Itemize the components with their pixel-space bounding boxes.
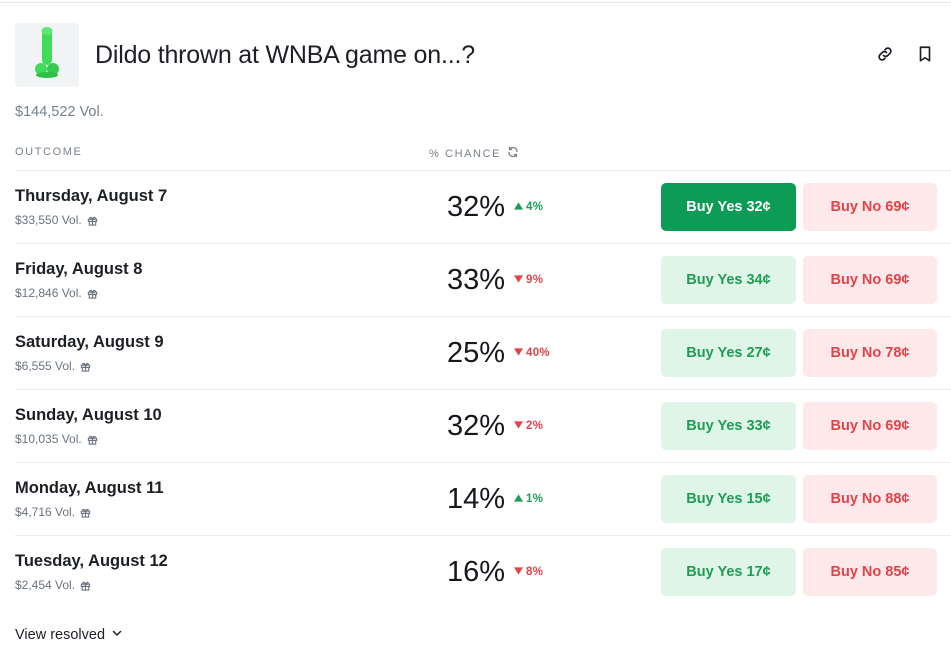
outcome-row[interactable]: Thursday, August 7 $33,550 Vol. 32% 4% Buy Y…: [15, 170, 951, 243]
outcome-change: 1%: [514, 493, 543, 505]
outcome-change-value: 8%: [526, 566, 544, 578]
outcome-volume-label: $2,454 Vol.: [15, 578, 76, 592]
outcome-name: Tuesday, August 12: [15, 552, 168, 570]
outcome-change-value: 40%: [526, 347, 550, 359]
header-actions: [874, 43, 936, 65]
outcome-change-value: 9%: [526, 274, 544, 286]
bookmark-icon[interactable]: [914, 43, 936, 65]
buy-no-button[interactable]: Buy No 69¢: [803, 183, 937, 231]
buy-no-button[interactable]: Buy No 69¢: [803, 256, 937, 304]
outcome-change: 4%: [514, 201, 543, 213]
outcome-row[interactable]: Sunday, August 10 $10,035 Vol. 32% 2% Buy Ye…: [15, 389, 951, 462]
buy-yes-button[interactable]: Buy Yes 15¢: [661, 475, 796, 523]
buy-no-button[interactable]: Buy No 69¢: [803, 402, 937, 450]
outcome-row[interactable]: Friday, August 8 $12,846 Vol. 33% 9% Buy Yes…: [15, 243, 951, 316]
chance-header-label: % CHANCE: [429, 147, 502, 160]
outcome-name: Friday, August 8: [15, 260, 143, 278]
outcome-name: Thursday, August 7: [15, 187, 168, 205]
outcome-volume-label: $12,846 Vol.: [15, 286, 82, 300]
arrow-down-icon: [514, 420, 523, 432]
gift-icon[interactable]: [87, 288, 98, 299]
outcome-volume-label: $6,555 Vol.: [15, 359, 76, 373]
market-volume: $144,522 Vol.: [15, 104, 104, 120]
outcome-volume: $12,846 Vol.: [15, 286, 98, 300]
gift-icon[interactable]: [80, 361, 91, 372]
buy-no-button[interactable]: Buy No 85¢: [803, 548, 937, 596]
refresh-icon[interactable]: [507, 146, 519, 161]
outcome-volume: $33,550 Vol.: [15, 213, 98, 227]
buy-yes-button[interactable]: Buy Yes 32¢: [661, 183, 796, 231]
outcome-chance: 14%: [447, 483, 506, 515]
chevron-down-icon: [111, 627, 123, 643]
view-resolved-label: View resolved: [15, 627, 106, 643]
buy-yes-button[interactable]: Buy Yes 33¢: [661, 402, 796, 450]
outcome-volume-label: $4,716 Vol.: [15, 505, 76, 519]
outcome-chance: 32%: [447, 410, 506, 442]
outcome-chance: 25%: [447, 337, 506, 369]
link-icon[interactable]: [874, 43, 896, 65]
outcome-volume-label: $33,550 Vol.: [15, 213, 82, 227]
outcome-name: Sunday, August 10: [15, 406, 162, 424]
outcome-change: 40%: [514, 347, 550, 359]
buy-no-button[interactable]: Buy No 88¢: [803, 475, 937, 523]
view-resolved-button[interactable]: View resolved: [15, 627, 123, 643]
gift-icon[interactable]: [80, 580, 91, 591]
arrow-down-icon: [514, 566, 523, 578]
arrow-down-icon: [514, 274, 523, 286]
outcome-volume: $2,454 Vol.: [15, 578, 91, 592]
gift-icon[interactable]: [87, 215, 98, 226]
outcome-change-value: 2%: [526, 420, 544, 432]
outcome-chance: 33%: [447, 264, 506, 296]
outcome-change: 2%: [514, 420, 543, 432]
buy-yes-button[interactable]: Buy Yes 27¢: [661, 329, 796, 377]
top-divider: [0, 2, 951, 3]
market-title: Dildo thrown at WNBA game on...?: [95, 40, 475, 69]
market-header: Dildo thrown at WNBA game on...?: [15, 23, 936, 87]
buy-no-button[interactable]: Buy No 78¢: [803, 329, 937, 377]
outcome-row[interactable]: Saturday, August 9 $6,555 Vol. 25% 40% Buy Y…: [15, 316, 951, 389]
outcome-chance: 32%: [447, 191, 506, 223]
outcome-header-label: OUTCOME: [15, 146, 83, 158]
arrow-down-icon: [514, 347, 523, 359]
green-toy-icon: [33, 25, 61, 86]
outcome-volume-label: $10,035 Vol.: [15, 432, 82, 446]
gift-icon[interactable]: [80, 507, 91, 518]
buy-yes-button[interactable]: Buy Yes 17¢: [661, 548, 796, 596]
outcome-row[interactable]: Tuesday, August 12 $2,454 Vol. 16% 8% Buy Ye…: [15, 535, 951, 608]
outcome-change-value: 1%: [526, 493, 544, 505]
outcome-volume: $4,716 Vol.: [15, 505, 91, 519]
outcome-volume: $10,035 Vol.: [15, 432, 98, 446]
arrow-up-icon: [514, 201, 523, 213]
outcome-row[interactable]: Monday, August 11 $4,716 Vol. 14% 1% Buy Yes…: [15, 462, 951, 535]
outcome-change: 8%: [514, 566, 543, 578]
gift-icon[interactable]: [87, 434, 98, 445]
outcome-name: Saturday, August 9: [15, 333, 164, 351]
buy-yes-button[interactable]: Buy Yes 34¢: [661, 256, 796, 304]
market-image: [15, 23, 79, 87]
outcome-name: Monday, August 11: [15, 479, 164, 497]
outcome-change: 9%: [514, 274, 543, 286]
arrow-up-icon: [514, 493, 523, 505]
outcomes-list: Thursday, August 7 $33,550 Vol. 32% 4% Buy Y…: [15, 170, 951, 608]
outcome-volume: $6,555 Vol.: [15, 359, 91, 373]
chance-column-header: % CHANCE: [429, 146, 519, 161]
outcome-change-value: 4%: [526, 201, 544, 213]
outcome-chance: 16%: [447, 556, 506, 588]
outcome-column-header: OUTCOME: [15, 146, 82, 158]
